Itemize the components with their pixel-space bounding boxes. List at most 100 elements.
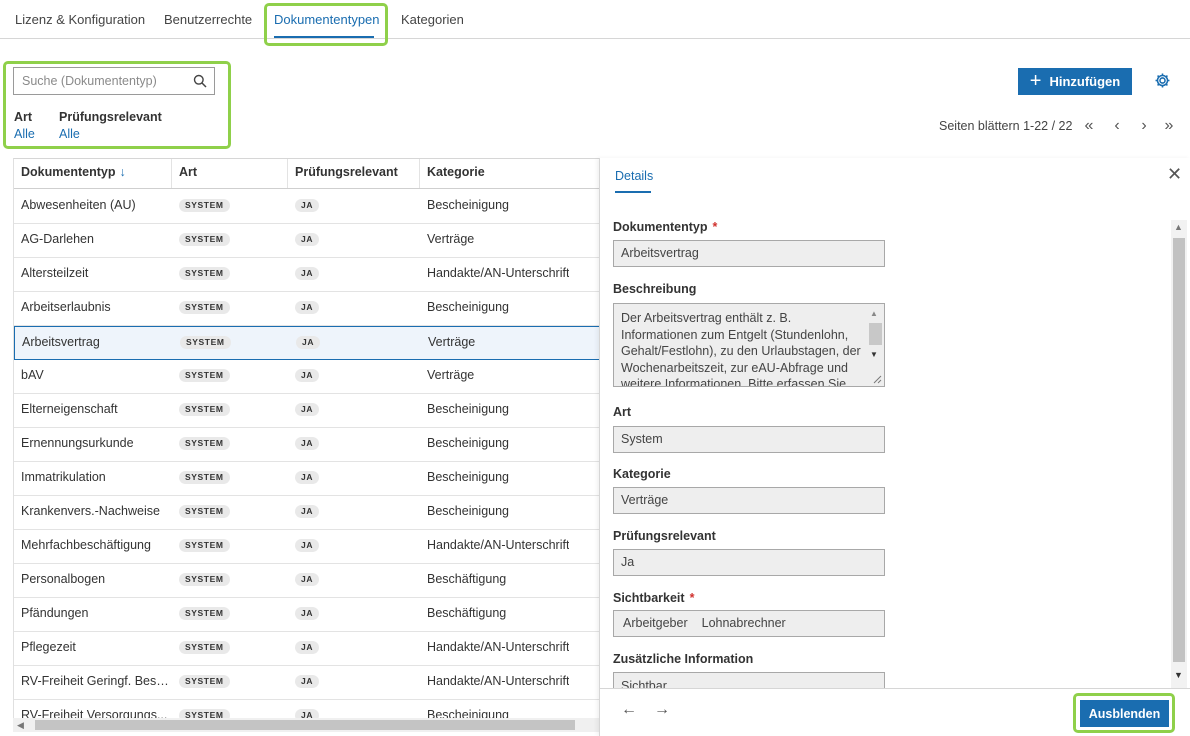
sichtbarkeit-label: Sichtbarkeit * [613, 591, 694, 605]
details-footer: ← → Ausblenden [600, 688, 1190, 736]
cell-kategorie: Verträge [428, 335, 476, 349]
textarea-scrollbar[interactable]: ▲ ▼ [868, 306, 882, 384]
scroll-down-icon[interactable]: ▼ [1174, 670, 1183, 680]
top-tab-bar: Lizenz & Konfiguration Benutzerrechte Do… [0, 0, 1190, 39]
tab-details[interactable]: Details [615, 169, 653, 183]
column-header-kategorie[interactable]: Kategorie [420, 159, 599, 188]
beschreibung-textarea[interactable]: Der Arbeitsvertrag enthält z. B. Informa… [613, 303, 885, 387]
cell-dokumententyp: Arbeitserlaubnis [21, 300, 111, 314]
table-row[interactable]: Immatrikulation SYSTEM JA Bescheinigung [14, 462, 599, 496]
table-row[interactable]: Pfändungen SYSTEM JA Beschäftigung [14, 598, 599, 632]
cell-art: SYSTEM [179, 700, 230, 718]
pruefungsrelevant-badge: JA [295, 267, 320, 281]
zusatz-field[interactable]: Sichtbar [613, 672, 885, 688]
kategorie-field[interactable]: Verträge [613, 487, 885, 514]
tab-lizenz-konfiguration[interactable]: Lizenz & Konfiguration [15, 12, 145, 27]
close-icon[interactable]: ✕ [1167, 164, 1182, 184]
gear-icon[interactable] [1154, 72, 1171, 89]
column-header-art[interactable]: Art [172, 159, 288, 188]
table-row[interactable]: Arbeitsvertrag SYSTEM JA Verträge [14, 326, 599, 360]
cell-dokumententyp: Pflegezeit [21, 640, 76, 654]
last-page-icon[interactable]: » [1162, 118, 1176, 134]
add-button-label: Hinzufügen [1049, 74, 1121, 89]
cell-dokumententyp: Altersteilzeit [21, 266, 89, 280]
art-badge: SYSTEM [179, 641, 230, 655]
add-button[interactable]: + Hinzufügen [1018, 68, 1132, 95]
scroll-up-icon[interactable]: ▲ [870, 306, 878, 323]
table-row[interactable]: Personalbogen SYSTEM JA Beschäftigung [14, 564, 599, 598]
cell-kategorie: Handakte/AN-Unterschrift [427, 674, 570, 688]
horizontal-scrollbar-thumb[interactable] [35, 720, 575, 730]
table-row[interactable]: Arbeitserlaubnis SYSTEM JA Bescheinigung [14, 292, 599, 326]
tab-kategorien[interactable]: Kategorien [401, 12, 464, 27]
column-header-dokumententyp[interactable]: Dokumententyp ↓ [14, 159, 172, 188]
arrow-left-icon[interactable]: ← [621, 701, 637, 719]
art-field[interactable]: System [613, 426, 885, 453]
table-row[interactable]: RV-Freiheit Geringf. Besc... SYSTEM JA Hand… [14, 666, 599, 700]
cell-art: SYSTEM [179, 258, 230, 291]
pruefungsrelevant-badge: JA [295, 675, 320, 689]
scroll-up-icon[interactable]: ▲ [1174, 222, 1183, 232]
beschreibung-text: Der Arbeitsvertrag enthält z. B. Informa… [621, 311, 861, 387]
cell-kategorie: Beschäftigung [427, 606, 507, 620]
sort-down-icon[interactable]: ↓ [119, 165, 125, 179]
pruefungsrelevant-badge: JA [295, 641, 320, 655]
dokumententyp-field[interactable]: Arbeitsvertrag [613, 240, 885, 267]
tab-benutzerrechte[interactable]: Benutzerrechte [164, 12, 252, 27]
cell-art: SYSTEM [179, 530, 230, 563]
table-row[interactable]: Krankenvers.-Nachweise SYSTEM JA Bescheinig… [14, 496, 599, 530]
zusatz-label: Zusätzliche Information [613, 652, 754, 666]
details-panel: Details ✕ Dokumententyp * Arbeitsvertrag … [599, 158, 1190, 736]
scroll-left-icon[interactable]: ◀ [17, 718, 24, 732]
art-badge: SYSTEM [179, 199, 230, 213]
cell-art: SYSTEM [179, 462, 230, 495]
cell-pruefungsrelevant: JA [295, 598, 320, 631]
required-marker: * [712, 220, 718, 234]
cell-kategorie: Bescheinigung [427, 708, 510, 718]
cell-art: SYSTEM [179, 496, 230, 529]
art-label: Art [613, 405, 632, 419]
details-tab-indicator [615, 191, 651, 193]
arrow-right-icon[interactable]: → [654, 701, 670, 719]
cell-pruefungsrelevant: JA [295, 394, 320, 427]
cell-kategorie: Bescheinigung [427, 436, 510, 450]
scroll-down-icon[interactable]: ▼ [870, 347, 878, 364]
cell-dokumententyp: Ernennungsurkunde [21, 436, 134, 450]
pruefungsrelevant-badge: JA [295, 607, 320, 621]
sichtbarkeit-field[interactable]: Arbeitgeber Lohnabrechner [613, 610, 885, 637]
pruefungsrelevant-badge: JA [295, 437, 320, 451]
table-row[interactable]: Ernennungsurkunde SYSTEM JA Bescheinigung [14, 428, 599, 462]
art-badge: SYSTEM [179, 709, 230, 718]
cell-art: SYSTEM [179, 292, 230, 325]
previous-page-icon[interactable]: ‹ [1110, 118, 1124, 134]
cell-pruefungsrelevant: JA [295, 190, 320, 223]
table-row[interactable]: RV-Freiheit Versorgungs... SYSTEM JA Besche… [14, 700, 599, 718]
next-page-icon[interactable]: › [1137, 118, 1151, 134]
table-row[interactable]: Pflegezeit SYSTEM JA Handakte/AN-Unterschri… [14, 632, 599, 666]
resize-handle-icon[interactable] [872, 374, 882, 384]
pruefungsrelevant-field[interactable]: Ja [613, 549, 885, 576]
details-scrollbar-thumb[interactable] [1173, 238, 1185, 662]
cell-kategorie: Verträge [427, 368, 475, 382]
plus-icon: + [1029, 69, 1042, 92]
cell-kategorie: Bescheinigung [427, 300, 510, 314]
dokumententyp-label: Dokumententyp * [613, 220, 717, 234]
textarea-scrollbar-thumb[interactable] [869, 323, 882, 345]
first-page-icon[interactable]: « [1082, 118, 1096, 134]
table-row[interactable]: Altersteilzeit SYSTEM JA Handakte/AN-Unters… [14, 258, 599, 292]
table-row[interactable]: bAV SYSTEM JA Verträge [14, 360, 599, 394]
details-vertical-scrollbar[interactable]: ▲ ▼ [1171, 220, 1187, 688]
cell-pruefungsrelevant: JA [295, 462, 320, 495]
document-types-table: Dokumententyp ↓ Art Prüfungsrelevant Kate… [13, 158, 599, 718]
hide-button[interactable]: Ausblenden [1080, 700, 1169, 727]
table-row[interactable]: Elterneigenschaft SYSTEM JA Bescheinigung [14, 394, 599, 428]
sichtbarkeit-label-text: Sichtbarkeit [613, 591, 685, 605]
cell-kategorie: Handakte/AN-Unterschrift [427, 266, 570, 280]
table-row[interactable]: AG-Darlehen SYSTEM JA Verträge [14, 224, 599, 258]
column-header-pruefungsrelevant[interactable]: Prüfungsrelevant [288, 159, 420, 188]
table-row[interactable]: Mehrfachbeschäftigung SYSTEM JA Handakte/AN… [14, 530, 599, 564]
pruefungsrelevant-badge: JA [295, 199, 320, 213]
table-row[interactable]: Abwesenheiten (AU) SYSTEM JA Bescheinigung [14, 190, 599, 224]
pruefungsrelevant-label: Prüfungsrelevant [613, 529, 716, 543]
horizontal-scrollbar[interactable]: ◀ [13, 718, 599, 732]
